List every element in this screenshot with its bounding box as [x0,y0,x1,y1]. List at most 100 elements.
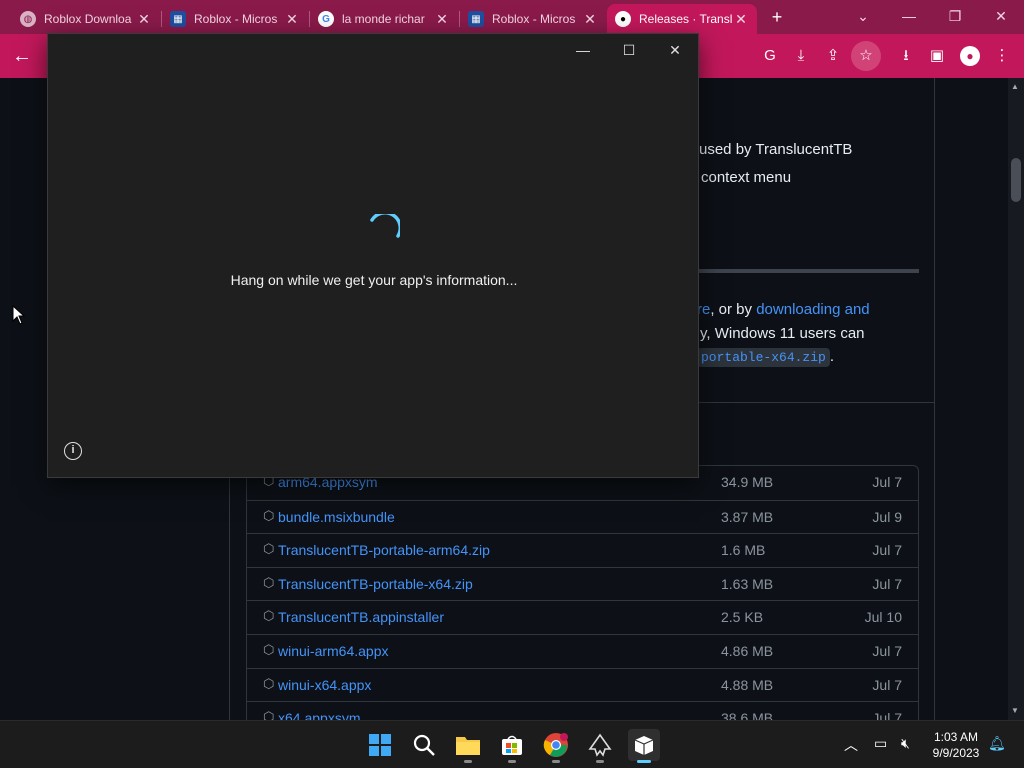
active-indicator [637,760,651,763]
new-tab-button[interactable]: + [766,6,788,28]
microsoft-store-icon[interactable] [496,729,528,763]
system-clock[interactable]: 1:03 AM 9/9/2023 [924,729,988,761]
scroll-up-arrow-icon[interactable]: ▲ [1011,82,1019,91]
tab-roblox-download[interactable]: ◍ Roblox Downloa ✕ [12,4,160,34]
tab-search-chevron-icon[interactable]: ⌄ [840,4,886,28]
bookmark-star-icon[interactable]: ☆ [851,41,881,71]
running-indicator [596,760,604,763]
downloads-icon[interactable]: ⭳ [895,45,917,67]
running-indicator [508,760,516,763]
volume-muted-icon[interactable]: 🔇︎ [901,735,910,752]
tab-google-search[interactable]: G la monde richar ✕ [310,4,458,34]
asset-date: Jul 7 [872,676,902,693]
show-hidden-icons-chevron-icon[interactable]: ︿ [844,735,858,755]
asset-link[interactable]: TranslucentTB.appinstaller [278,609,444,625]
clock-date: 9/9/2023 [932,746,980,760]
asset-link[interactable]: bundle.msixbundle [278,509,395,525]
asset-link[interactable]: winui-x64.appx [278,677,371,693]
maximize-button[interactable]: ❐ [932,4,978,28]
scroll-thumb[interactable] [1011,158,1021,202]
asset-date: Jul 9 [872,508,902,525]
tab-roblox-store-2[interactable]: ▦ Roblox - Micros ✕ [460,4,606,34]
notification-bell-icon[interactable]: 🔔︎ [988,735,1006,752]
app-installer-icon[interactable] [628,729,660,763]
close-icon[interactable]: ✕ [582,11,598,28]
running-indicator [464,760,472,763]
loading-spinner-icon [370,214,400,238]
asset-size: 4.86 MB [721,642,774,659]
page-scrollbar[interactable]: ▲ ▼ [1008,78,1024,720]
tab-title: Releases · Transl [639,12,733,26]
asset-date: Jul 7 [872,474,902,490]
text-segment: . [829,348,834,365]
package-icon: ⬡ [263,541,275,557]
google-lens-icon[interactable]: G [759,45,781,67]
menu-kebab-icon[interactable]: ⋮ [991,45,1013,67]
info-icon[interactable]: i [64,442,82,460]
network-icon[interactable]: ▭ [874,735,887,752]
asset-row: ⬡ TranslucentTB-portable-arm64.zip 1.6 MB J… [247,533,918,567]
microsoft-store-icon: ▦ [468,11,484,27]
asset-date: Jul 7 [872,575,902,592]
mouse-cursor-icon [12,305,26,325]
close-icon[interactable]: ✕ [136,11,152,28]
chrome-icon[interactable] [540,729,572,763]
profile-avatar-icon[interactable]: ● [960,46,980,66]
asset-size: 3.87 MB [721,508,774,525]
package-icon: ⬡ [263,574,275,590]
asset-size: 2.5 KB [721,609,764,626]
dialog-close-button[interactable]: ✕ [652,38,698,62]
asset-row: ⬡ TranslucentTB-portable-x64.zip 1.63 MB Ju… [247,566,918,601]
tab-releases-active[interactable]: ● Releases · Transl ✕ [607,4,757,34]
asset-size: 34.9 MB [721,474,774,490]
windows-start-icon[interactable] [364,729,396,761]
asset-row: ⬡ winui-x64.appx 4.88 MB Jul 7 [247,667,918,702]
screen: ◍ Roblox Downloa ✕ ▦ Roblox - Micros ✕ G… [0,0,1024,768]
release-text-line: used by TranslucentTB [699,141,853,158]
tab-title: Roblox Downloa [44,12,132,26]
package-icon: ⬡ [263,507,275,523]
browser-tab-strip: ◍ Roblox Downloa ✕ ▦ Roblox - Micros ✕ G… [0,0,1024,34]
dialog-minimize-button[interactable]: — [560,38,606,62]
asset-date: Jul 7 [872,542,902,559]
side-panel-icon[interactable]: ▣ [926,45,948,67]
dialog-maximize-button[interactable]: ☐ [606,38,652,62]
assets-list: ⬡ arm64.appxsym 34.9 MB Jul 7 ⬡ bundle.msixb… [246,465,919,735]
asset-link[interactable]: TranslucentTB-portable-arm64.zip [278,542,490,558]
clock-time: 1:03 AM [933,730,979,744]
inkscape-icon[interactable] [584,729,616,763]
package-icon: ⬡ [263,608,275,624]
divider [697,402,935,403]
minimize-button[interactable]: — [886,4,932,28]
text-link[interactable]: re [697,301,710,318]
google-icon: G [318,11,334,27]
asset-link[interactable]: winui-arm64.appx [278,643,389,659]
back-arrow-icon[interactable]: ← [10,44,34,68]
package-icon: ⬡ [263,675,275,691]
install-app-icon[interactable]: ⤓ [790,45,812,67]
close-window-button[interactable]: ✕ [978,4,1024,28]
tab-title: Roblox - Micros [194,12,278,26]
globe-icon: ◍ [20,11,36,27]
github-icon: ● [615,11,631,27]
running-indicator [552,760,560,763]
tab-title: Roblox - Micros [492,12,576,26]
asset-size: 4.88 MB [721,676,774,693]
package-icon: ⬡ [263,641,275,657]
asset-date: Jul 10 [864,609,902,626]
close-icon[interactable]: ✕ [284,11,300,28]
share-icon[interactable]: ⇪ [822,45,844,67]
search-icon[interactable] [408,729,440,761]
scroll-down-arrow-icon[interactable]: ▼ [1011,706,1019,715]
tab-roblox-store-1[interactable]: ▦ Roblox - Micros ✕ [162,4,308,34]
release-text-line: portable-x64.zip. [697,348,834,367]
close-icon[interactable]: ✕ [434,11,450,28]
asset-row: ⬡ TranslucentTB.appinstaller 2.5 KB Jul 10 [247,600,918,634]
asset-link[interactable]: TranslucentTB-portable-x64.zip [278,576,473,592]
release-text-line: re, or by downloading and [697,301,870,318]
file-explorer-icon[interactable] [452,729,484,763]
download-link[interactable]: downloading and [756,301,869,318]
loading-message: Hang on while we get your app's informat… [230,272,518,288]
close-icon[interactable]: ✕ [733,11,749,28]
asset-date: Jul 7 [872,642,902,659]
